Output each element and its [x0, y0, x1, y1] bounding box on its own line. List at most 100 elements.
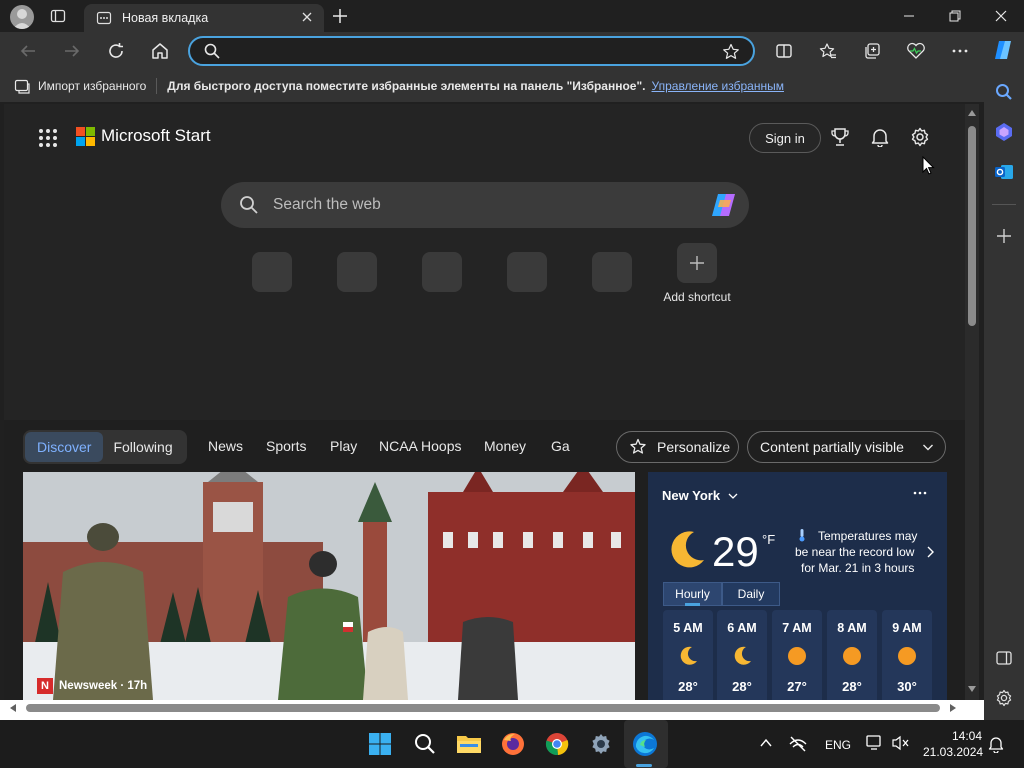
clock-time[interactable]: 14:04 — [952, 729, 982, 743]
windows-start-icon[interactable] — [366, 730, 394, 758]
sign-in-button[interactable]: Sign in — [749, 123, 821, 153]
nav-sports[interactable]: Sports — [266, 438, 306, 454]
shortcut-tile[interactable] — [592, 252, 632, 292]
hero-news-card[interactable]: N Newsweek · 17h — [23, 472, 635, 700]
file-explorer-icon[interactable] — [455, 730, 483, 758]
brand-name: Microsoft Start — [101, 126, 211, 145]
title-bar: Новая вкладка — [0, 0, 1024, 32]
feed-mode-switch: Discover Following — [23, 430, 187, 464]
input-language[interactable]: ENG — [825, 738, 851, 752]
nav-news[interactable]: News — [208, 438, 243, 454]
edge-icon[interactable] — [631, 730, 659, 758]
content-visibility-dropdown[interactable]: Content partially visible — [747, 431, 946, 463]
split-screen-icon[interactable] — [772, 39, 796, 63]
clock-date[interactable]: 21.03.2024 — [923, 745, 983, 759]
rewards-trophy-icon[interactable] — [830, 127, 850, 147]
restore-button[interactable] — [932, 0, 978, 32]
collections-icon[interactable] — [860, 39, 884, 63]
back-icon[interactable] — [16, 39, 40, 63]
new-tab-plus-icon[interactable] — [332, 8, 348, 24]
chrome-icon[interactable] — [543, 730, 571, 758]
sidebar-search-icon[interactable] — [992, 80, 1016, 104]
weather-alert-line3: for Mar. 21 in 3 hours — [801, 561, 915, 575]
sidebar-divider — [992, 204, 1016, 205]
windows-taskbar: ENG 14:04 21.03.2024 — [0, 720, 1024, 768]
scroll-left-arrow-icon[interactable] — [10, 704, 16, 712]
scroll-up-arrow-icon[interactable] — [968, 110, 976, 116]
minimize-button[interactable] — [886, 0, 932, 32]
search-placeholder[interactable]: Search the web — [273, 196, 381, 214]
settings-app-icon[interactable] — [587, 730, 615, 758]
weather-location-selector[interactable]: New York — [662, 488, 738, 503]
favorite-star-icon[interactable] — [722, 43, 740, 61]
device-icon[interactable] — [866, 735, 884, 751]
tab-daily[interactable]: Daily — [722, 582, 780, 606]
network-disconnected-icon[interactable] — [788, 735, 808, 753]
notifications-bell-icon[interactable] — [870, 127, 890, 147]
vertical-scroll-thumb[interactable] — [968, 126, 976, 326]
weather-card[interactable]: New York 29 °F Temperatures may be near … — [648, 472, 947, 700]
thermometer-icon — [798, 528, 806, 542]
microsoft-start-logo[interactable]: Microsoft Start — [76, 126, 211, 146]
shortcut-tile[interactable] — [337, 252, 377, 292]
more-options-icon[interactable] — [948, 39, 972, 63]
favorites-divider — [156, 78, 158, 94]
outlook-icon[interactable] — [992, 160, 1016, 184]
nav-ncaa-hoops[interactable]: NCAA Hoops — [379, 438, 461, 454]
scroll-down-arrow-icon[interactable] — [968, 686, 976, 692]
horizontal-scrollbar[interactable] — [4, 700, 979, 716]
vertical-scrollbar[interactable] — [965, 104, 979, 700]
home-icon[interactable] — [148, 39, 172, 63]
close-window-button[interactable] — [978, 0, 1024, 32]
apps-launcher-icon[interactable] — [38, 128, 58, 148]
hourly-forecast-item: 5 AM 28° — [663, 610, 713, 700]
favorites-bar: Импорт избранного Для быстрого доступа п… — [0, 70, 984, 102]
address-bar[interactable] — [188, 36, 755, 66]
shortcut-tile[interactable] — [507, 252, 547, 292]
forward-icon[interactable] — [60, 39, 84, 63]
nav-money[interactable]: Money — [484, 438, 526, 454]
close-tab-icon[interactable] — [300, 10, 314, 24]
hour-time: 7 AM — [782, 621, 812, 635]
volume-muted-icon[interactable] — [892, 735, 910, 751]
weather-more-icon[interactable] — [912, 486, 928, 500]
scroll-right-arrow-icon[interactable] — [950, 704, 956, 712]
nav-gaming[interactable]: Ga — [551, 438, 570, 454]
tab-following[interactable]: Following — [103, 439, 172, 455]
web-search-box[interactable]: Search the web — [221, 182, 749, 228]
horizontal-scroll-thumb[interactable] — [26, 704, 940, 712]
personalize-button[interactable]: Personalize — [616, 431, 739, 463]
copilot-designer-icon[interactable] — [992, 120, 1016, 144]
browser-essentials-icon[interactable] — [904, 39, 928, 63]
add-sidebar-app-icon[interactable] — [992, 224, 1016, 248]
import-favorites-button[interactable]: Импорт избранного — [14, 78, 146, 94]
favorites-icon[interactable] — [816, 39, 840, 63]
show-hidden-icons-chevron-icon[interactable] — [760, 738, 772, 748]
hourly-forecast-item: 9 AM 30° — [882, 610, 932, 700]
sun-icon — [788, 647, 806, 665]
profile-avatar[interactable] — [10, 5, 34, 29]
personalize-label: Personalize — [657, 439, 731, 455]
tab-daily-label: Daily — [737, 587, 765, 601]
add-shortcut-button[interactable] — [677, 243, 717, 283]
weather-temperature: 29 — [712, 528, 759, 575]
refresh-icon[interactable] — [104, 39, 128, 63]
manage-favorites-link[interactable]: Управление избранным — [652, 79, 784, 93]
copilot-search-icon[interactable] — [709, 192, 739, 218]
personalize-star-icon — [630, 438, 646, 454]
notification-bell-icon[interactable] — [988, 735, 1004, 753]
sidebar-settings-icon[interactable] — [992, 686, 1016, 710]
shortcut-tile[interactable] — [422, 252, 462, 292]
shortcut-tile[interactable] — [252, 252, 292, 292]
tab-actions-icon[interactable] — [50, 8, 66, 24]
nav-play[interactable]: Play — [330, 438, 357, 454]
page-settings-gear-icon[interactable] — [910, 127, 930, 147]
firefox-icon[interactable] — [499, 730, 527, 758]
copilot-icon[interactable] — [990, 37, 1016, 63]
chevron-right-icon[interactable] — [926, 546, 934, 558]
taskbar-search-icon[interactable] — [411, 730, 439, 758]
sun-icon — [843, 647, 861, 665]
hide-sidebar-icon[interactable] — [992, 646, 1016, 670]
tab-discover[interactable]: Discover — [25, 432, 104, 462]
tab-new-tab[interactable]: Новая вкладка — [84, 4, 324, 32]
